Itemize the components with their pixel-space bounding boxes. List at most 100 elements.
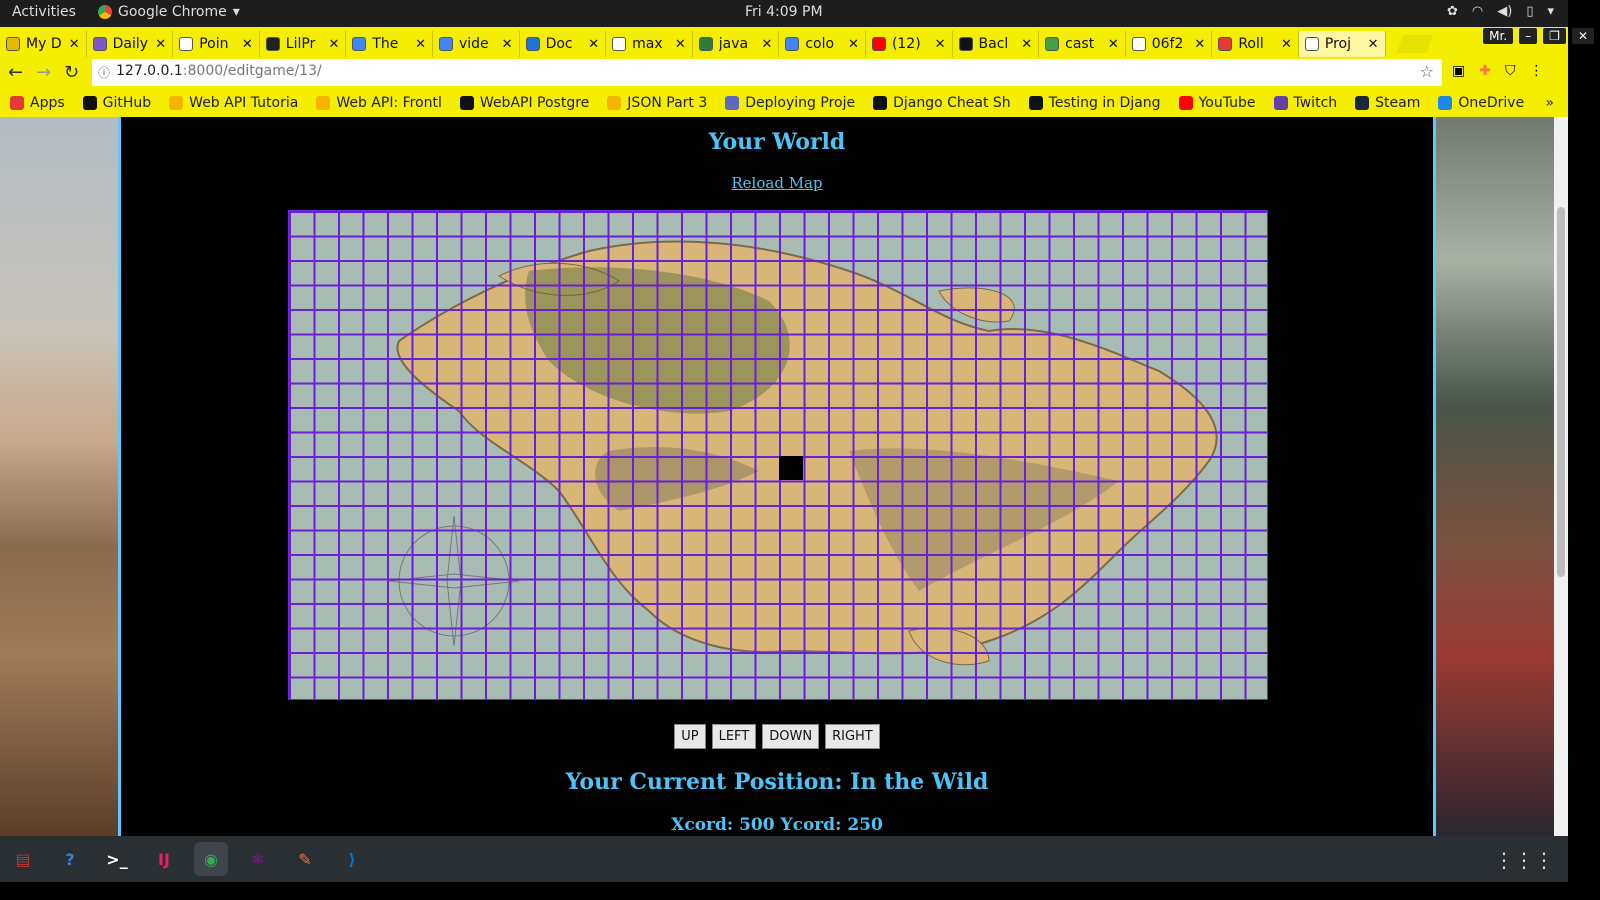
volume-icon[interactable]: ◀)	[1497, 4, 1512, 19]
printer-icon[interactable]: ▣	[1452, 63, 1465, 79]
close-icon[interactable]: ✕	[588, 37, 599, 52]
bookmark-item[interactable]: Web API: Frontl	[316, 95, 442, 111]
intellij-icon[interactable]: IJ	[147, 842, 181, 876]
close-icon[interactable]: ✕	[675, 37, 686, 52]
info-icon[interactable]: ⓘ	[98, 64, 110, 81]
browser-tab[interactable]: colo ✕	[779, 31, 866, 57]
terminal-icon[interactable]: >_	[100, 842, 134, 876]
browser-tab[interactable]: Poin ✕	[173, 31, 260, 57]
browser-tab[interactable]: LilPr ✕	[260, 31, 347, 57]
close-icon[interactable]: ✕	[155, 37, 166, 52]
system-tray[interactable]: ✿ ◠ ◀) ▯ ▾	[1447, 4, 1554, 19]
close-icon[interactable]: ✕	[1021, 37, 1032, 52]
bookmark-favicon	[169, 95, 184, 110]
bookmark-star-icon[interactable]: ☆	[1420, 62, 1434, 81]
bookmark-item[interactable]: Testing in Djang	[1028, 95, 1161, 111]
browser-tab[interactable]: My D ✕	[0, 31, 87, 57]
bookmark-item[interactable]: Apps	[10, 95, 65, 111]
bookmark-item[interactable]: JSON Part 3	[607, 95, 707, 111]
close-icon[interactable]: ✕	[935, 37, 946, 52]
tab-favicon	[352, 37, 367, 51]
bookmark-item[interactable]: Web API Tutoria	[169, 95, 298, 111]
battery-icon[interactable]: ▯	[1526, 4, 1533, 19]
browser-tab[interactable]: max ✕	[606, 31, 693, 57]
bookmark-item[interactable]: Deploying Proje	[725, 95, 855, 111]
files-icon[interactable]: ▤	[6, 842, 40, 876]
url-host: 127.0.0.1	[116, 63, 183, 79]
browser-tab[interactable]: java ✕	[693, 31, 780, 57]
close-icon[interactable]: ✕	[328, 37, 339, 52]
browser-tab[interactable]: Bacl ✕	[953, 31, 1040, 57]
postman-icon[interactable]: ✎	[288, 842, 322, 876]
bookmark-item[interactable]: Twitch	[1273, 95, 1337, 111]
close-icon[interactable]: ✕	[1194, 37, 1205, 52]
close-icon[interactable]: ✕	[69, 37, 80, 52]
close-icon[interactable]: ✕	[848, 37, 859, 52]
slack-tray-icon[interactable]: ✿	[1447, 4, 1458, 19]
vscode-icon[interactable]: ⟩	[335, 842, 369, 876]
coordinates-readout: Xcord: 500 Ycord: 250	[671, 815, 883, 835]
wifi-icon[interactable]: ◠	[1472, 4, 1483, 19]
bookmark-item[interactable]: OneDrive	[1438, 95, 1524, 111]
profile-badge[interactable]: Mr.	[1483, 28, 1514, 44]
tab-title: 06f2	[1151, 36, 1184, 52]
reload-icon[interactable]: ↻	[64, 62, 79, 83]
browser-tab[interactable]: Roll ✕	[1212, 31, 1299, 57]
new-tab-button[interactable]	[1396, 35, 1433, 53]
minimize-icon[interactable]: –	[1519, 28, 1538, 44]
back-arrow-icon[interactable]: ←	[8, 62, 23, 83]
close-icon[interactable]: ✕	[502, 37, 513, 52]
close-icon[interactable]: ✕	[1108, 37, 1119, 52]
extension-icons: ▣ ✚ ⛉ ⋮	[1452, 63, 1543, 79]
scrollbar-thumb[interactable]	[1557, 207, 1565, 577]
close-icon[interactable]: ✕	[242, 37, 253, 52]
browser-tab[interactable]: Daily ✕	[87, 31, 174, 57]
move-up-button[interactable]: UP	[674, 724, 706, 749]
browser-tab[interactable]: The ✕	[346, 31, 433, 57]
onedrive-icon	[1438, 95, 1453, 110]
slack-icon[interactable]: ✱	[241, 842, 275, 876]
close-window-icon[interactable]: ✕	[1571, 28, 1594, 44]
tab-title: My D	[26, 36, 62, 52]
bookmark-label: OneDrive	[1458, 94, 1525, 111]
background-art-left	[0, 117, 118, 836]
menu-kebab-icon[interactable]: ⋮	[1529, 63, 1543, 79]
close-icon[interactable]: ✕	[415, 37, 426, 52]
browser-tab[interactable]: Doc ✕	[520, 31, 607, 57]
tab-favicon	[438, 37, 453, 51]
help-icon[interactable]: ?	[53, 842, 87, 876]
move-right-button[interactable]: RIGHT	[825, 724, 880, 749]
bookmark-item[interactable]: Django Cheat Sh	[873, 95, 1011, 111]
page-scrollbar[interactable]	[1554, 117, 1568, 836]
chrome-icon[interactable]: ◉	[194, 842, 228, 876]
bookmark-label: YouTube	[1198, 94, 1256, 111]
activities-button[interactable]: Activities	[12, 4, 76, 20]
browser-tab-active[interactable]: Proj ✕	[1298, 31, 1386, 57]
bookmark-item[interactable]: Steam	[1355, 95, 1420, 111]
extension-icon[interactable]: ✚	[1479, 63, 1491, 79]
browser-tab[interactable]: vide ✕	[433, 31, 520, 57]
app-menu[interactable]: Google Chrome ▾	[98, 4, 240, 20]
browser-tab[interactable]: (12) ✕	[866, 31, 953, 57]
more-bookmarks-icon[interactable]: »	[1545, 95, 1554, 111]
tab-title: cast	[1065, 36, 1095, 52]
forward-arrow-icon[interactable]: →	[36, 62, 51, 83]
bookmark-item[interactable]: WebAPI Postgre	[459, 95, 589, 111]
show-applications-icon[interactable]: ⋮⋮⋮	[1494, 848, 1554, 872]
close-icon[interactable]: ✕	[1281, 37, 1292, 52]
move-down-button[interactable]: DOWN	[762, 724, 820, 749]
power-menu-icon[interactable]: ▾	[1547, 4, 1554, 19]
close-icon[interactable]: ✕	[1368, 37, 1379, 52]
world-map[interactable]	[288, 210, 1268, 700]
browser-tab[interactable]: 06f2 ✕	[1126, 31, 1213, 57]
close-icon[interactable]: ✕	[761, 37, 772, 52]
address-bar[interactable]: ⓘ 127.0.0.1:8000/editgame/13/ ☆	[92, 59, 1442, 86]
bookmark-item[interactable]: YouTube	[1178, 94, 1256, 111]
clock[interactable]: Fri 4:09 PM	[745, 4, 823, 20]
shield-icon[interactable]: ⛉	[1505, 63, 1516, 79]
browser-tab[interactable]: cast ✕	[1039, 31, 1126, 57]
bookmark-item[interactable]: GitHub	[82, 95, 151, 111]
move-left-button[interactable]: LEFT	[711, 724, 757, 749]
reload-map-link[interactable]: Reload Map	[121, 174, 1433, 192]
maximize-icon[interactable]: ❐	[1543, 28, 1566, 44]
